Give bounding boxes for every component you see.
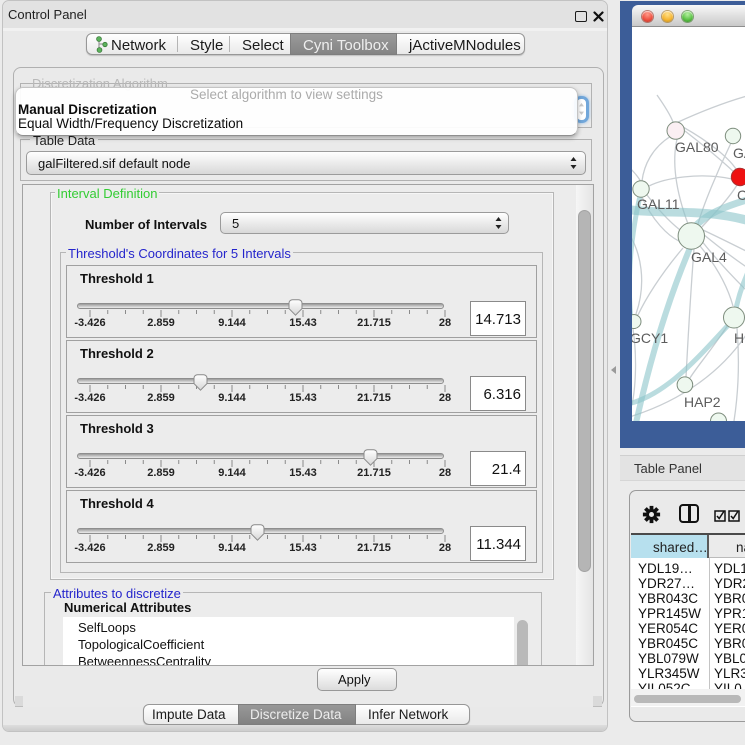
svg-text:H: H bbox=[734, 330, 744, 346]
svg-text:HAP2: HAP2 bbox=[684, 394, 721, 410]
svg-text:GCY1: GCY1 bbox=[632, 330, 668, 346]
svg-text:GAL4: GAL4 bbox=[691, 249, 727, 265]
svg-text:GA: GA bbox=[733, 145, 745, 161]
svg-text:GAL80: GAL80 bbox=[675, 139, 719, 155]
svg-text:GAL11: GAL11 bbox=[637, 196, 680, 212]
svg-text:C: C bbox=[737, 187, 745, 203]
